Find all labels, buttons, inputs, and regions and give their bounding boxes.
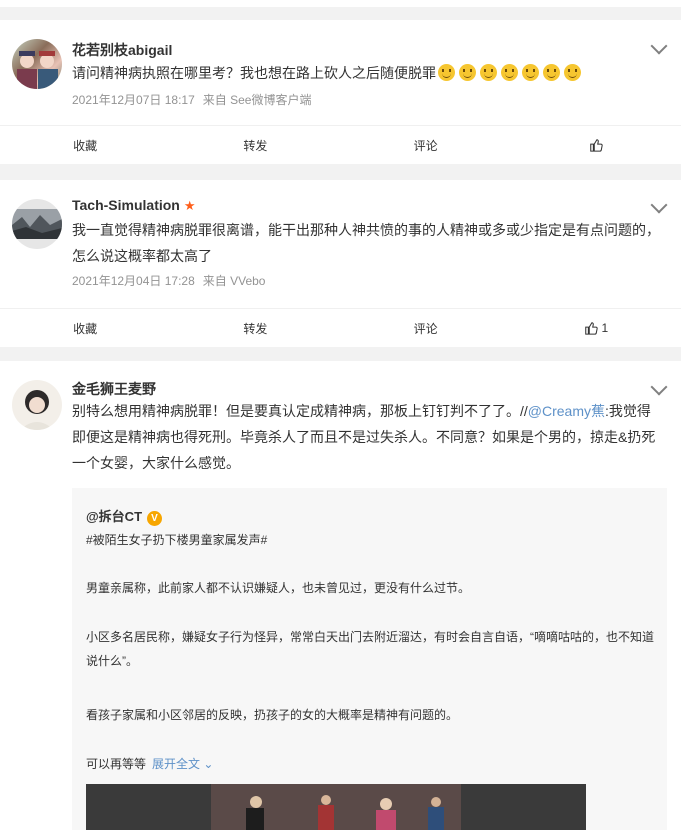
star-icon: ★ [183, 198, 196, 213]
repost-author[interactable]: @拆台CT V [86, 506, 163, 526]
comment-text: 别特么想用精神病脱罪！但是要真认定成精神病，那板上钉钉判不了了。//@Cream… [72, 398, 662, 476]
smile-emoji-icon [501, 64, 518, 81]
hashtag-link[interactable]: #被陌生女子扔下楼男童家属发声# [86, 528, 654, 552]
smile-emoji-icon [564, 64, 581, 81]
avatar[interactable] [12, 199, 62, 249]
video-thumbnail[interactable] [86, 784, 586, 830]
avatar-image-icon [17, 51, 58, 89]
comment-body-1: 别特么想用精神病脱罪！但是要真认定成精神病，那板上钉钉判不了了。// [72, 403, 528, 419]
smile-emoji-icon [543, 64, 560, 81]
repost-paragraph: 看孩子家属和小区邻居的反映，扔孩子的女的大概率是精神有问题的。 [86, 708, 459, 722]
verified-badge-icon: V [147, 511, 163, 526]
repost-label: 转发 [243, 321, 268, 336]
timestamp: 2021年12月04日 17:28 [72, 274, 195, 288]
comment-button[interactable]: 评论 [341, 309, 511, 347]
repost-author-name: @拆台CT [86, 509, 143, 524]
collect-button[interactable]: 收藏 [0, 126, 170, 164]
expand-link[interactable]: 展开全文 ⌄ [152, 757, 213, 771]
video-frame-image-icon [86, 784, 586, 830]
repost-tail-text: 可以再等等 [86, 757, 147, 771]
action-bar: 收藏 转发 评论 [0, 125, 681, 164]
avatar-image-icon [12, 209, 62, 239]
like-count: 1 [601, 321, 609, 335]
comment-meta: 2021年12月07日 18:17 来自 See微博客户端 [72, 91, 319, 108]
comment-text: 请问精神病执照在哪里考？我也想在路上砍人之后随便脱罪 [72, 60, 662, 86]
repost-paragraph: 小区多名居民称，嫌疑女子行为怪异，常常白天出门去附近溜达，有时会自言自语，“嘀嘀… [86, 630, 655, 668]
comment-label: 评论 [413, 138, 438, 153]
username-text: Tach-Simulation [72, 197, 180, 213]
smile-emoji-icon [480, 64, 497, 81]
username[interactable]: 花若别枝abigail [72, 40, 172, 60]
username[interactable]: Tach-Simulation ★ [72, 197, 196, 214]
comment-card-3: 金毛狮王麦野 别特么想用精神病脱罪！但是要真认定成精神病，那板上钉钉判不了了。/… [0, 361, 681, 830]
avatar[interactable] [12, 380, 62, 430]
source[interactable]: 来自 See微博客户端 [203, 93, 312, 107]
smile-emoji-icon [438, 64, 455, 81]
comment-card-1: 花若别枝abigail 请问精神病执照在哪里考？我也想在路上砍人之后随便脱罪 2… [0, 20, 681, 164]
collect-label: 收藏 [73, 321, 98, 336]
emoji-row [436, 64, 583, 81]
repost-label: 转发 [243, 138, 268, 153]
comment-text: 我一直觉得精神病脱罪很离谱，能干出那种人神共愤的事的人精神或多或少指定是有点问题… [72, 222, 660, 264]
repost-button[interactable]: 转发 [170, 126, 340, 164]
like-button[interactable] [511, 126, 681, 164]
smile-emoji-icon [459, 64, 476, 81]
repost-box[interactable]: @拆台CT V #被陌生女子扔下楼男童家属发声# 男童亲属称，此前家人都不认识嫌疑… [72, 488, 667, 830]
collect-button[interactable]: 收藏 [0, 309, 170, 347]
repost-button[interactable]: 转发 [170, 309, 340, 347]
repost-paragraph: 男童亲属称，此前家人都不认识嫌疑人，也未曾见过，更没有什么过节。 [86, 581, 471, 595]
comment-meta: 2021年12月04日 17:28 来自 VVebo [72, 272, 273, 289]
repost-paragraph-last: 可以再等等 展开全文 ⌄ [86, 752, 654, 776]
comment-body: 请问精神病执照在哪里考？我也想在路上砍人之后随便脱罪 [72, 65, 436, 81]
thumbs-up-icon [584, 322, 598, 335]
comment-card-2: Tach-Simulation ★ 我一直觉得精神病脱罪很离谱，能干出那种人神共愤… [0, 180, 681, 347]
avatar-image-icon [20, 390, 54, 430]
previous-card-edge [0, 0, 681, 7]
comment-label: 评论 [413, 321, 438, 336]
source[interactable]: 来自 VVebo [203, 274, 266, 288]
thumbs-up-icon [590, 139, 603, 152]
chevron-down-icon[interactable] [650, 196, 668, 214]
avatar[interactable] [12, 39, 62, 89]
chevron-down-icon[interactable] [650, 378, 668, 396]
mention-link[interactable]: @Creamy蕉 [528, 403, 605, 419]
chevron-down-icon: ⌄ [200, 757, 214, 771]
timestamp: 2021年12月07日 18:17 [72, 93, 195, 107]
collect-label: 收藏 [73, 138, 98, 153]
comment-button[interactable]: 评论 [341, 126, 511, 164]
expand-label: 展开全文 [152, 757, 201, 771]
smile-emoji-icon [522, 64, 539, 81]
username[interactable]: 金毛狮王麦野 [72, 379, 156, 399]
chevron-down-icon[interactable] [650, 37, 668, 55]
like-button[interactable]: 1 [511, 309, 681, 347]
action-bar: 收藏 转发 评论 1 [0, 308, 681, 347]
